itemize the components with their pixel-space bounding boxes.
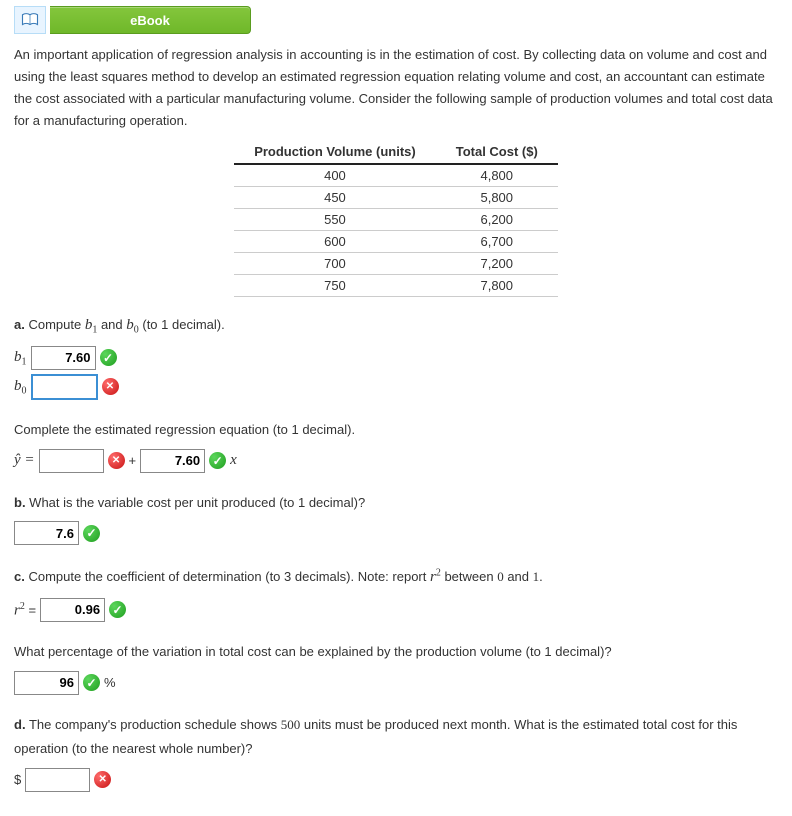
b0-label: b0 bbox=[14, 378, 27, 397]
question-b-prompt: b. What is the variable cost per unit pr… bbox=[14, 491, 778, 516]
r2-input[interactable] bbox=[40, 598, 105, 622]
col-header-cost: Total Cost ($) bbox=[436, 140, 558, 164]
cross-icon bbox=[102, 378, 119, 395]
col-header-volume: Production Volume (units) bbox=[234, 140, 436, 164]
question-c-prompt: c. Compute the coefficient of determinat… bbox=[14, 563, 778, 592]
table-row: 7007,200 bbox=[234, 253, 558, 275]
b1-row: b1 bbox=[14, 346, 778, 370]
ebook-label: eBook bbox=[130, 13, 170, 28]
b1-label: b1 bbox=[14, 349, 27, 368]
x-label: x bbox=[230, 452, 237, 469]
question-a-prompt: a. Compute b1 and b0 (to 1 decimal). bbox=[14, 311, 778, 340]
pct-row: % bbox=[14, 671, 778, 695]
varcost-input[interactable] bbox=[14, 521, 79, 545]
b1-input[interactable] bbox=[31, 346, 96, 370]
b0-input[interactable] bbox=[31, 374, 98, 400]
intro-text: An important application of regression a… bbox=[14, 44, 778, 132]
question-d-prompt: d. The company's production schedule sho… bbox=[14, 713, 778, 762]
slope-input[interactable] bbox=[140, 449, 205, 473]
table-row: 6006,700 bbox=[234, 231, 558, 253]
eq-prompt: Complete the estimated regression equati… bbox=[14, 418, 778, 443]
cross-icon bbox=[108, 452, 125, 469]
cross-icon bbox=[94, 771, 111, 788]
pct-symbol: % bbox=[104, 675, 116, 690]
plus-sign: + bbox=[129, 453, 137, 468]
b0-row: b0 bbox=[14, 374, 778, 400]
intercept-input[interactable] bbox=[39, 449, 104, 473]
ebook-toolbar: eBook bbox=[14, 6, 778, 34]
b-row bbox=[14, 521, 778, 545]
book-icon-box bbox=[14, 6, 46, 34]
y-hat-label: ŷ = bbox=[14, 452, 35, 469]
book-icon bbox=[21, 13, 39, 27]
dollar-label: $ bbox=[14, 772, 21, 787]
check-icon bbox=[83, 674, 100, 691]
d-row: $ bbox=[14, 768, 778, 792]
table-row: 4505,800 bbox=[234, 187, 558, 209]
check-icon bbox=[109, 601, 126, 618]
table-row: 5506,200 bbox=[234, 209, 558, 231]
eq-row: ŷ = + x bbox=[14, 449, 778, 473]
check-icon bbox=[83, 525, 100, 542]
table-row: 7507,800 bbox=[234, 275, 558, 297]
pct-input[interactable] bbox=[14, 671, 79, 695]
pct-prompt: What percentage of the variation in tota… bbox=[14, 640, 778, 665]
totalcost-input[interactable] bbox=[25, 768, 90, 792]
data-table: Production Volume (units) Total Cost ($)… bbox=[234, 140, 558, 297]
ebook-button[interactable]: eBook bbox=[50, 6, 251, 34]
check-icon bbox=[209, 452, 226, 469]
table-row: 4004,800 bbox=[234, 164, 558, 187]
check-icon bbox=[100, 349, 117, 366]
c-row: r2 = bbox=[14, 598, 778, 622]
r2-label: r2 = bbox=[14, 601, 36, 619]
